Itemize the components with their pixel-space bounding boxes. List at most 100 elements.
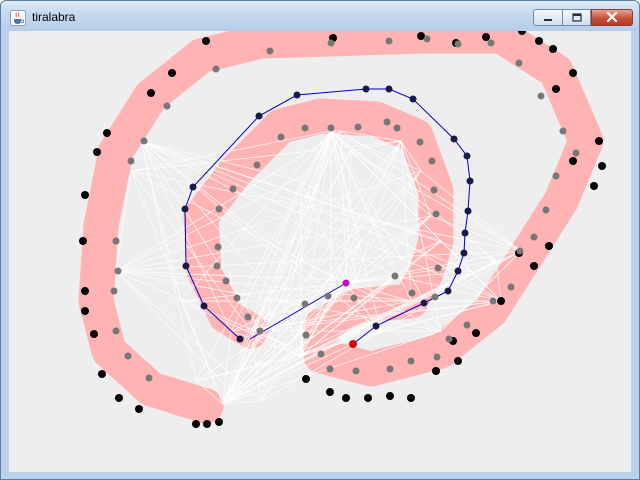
route-node [236, 335, 244, 343]
minimize-button[interactable] [533, 9, 563, 26]
visited-node [445, 335, 453, 343]
visited-node [552, 172, 560, 180]
start-marker [342, 279, 350, 287]
visited-node [266, 47, 274, 55]
waypoint-node [79, 237, 87, 245]
waypoint-node [203, 420, 211, 428]
route-node [463, 152, 471, 160]
visited-node [559, 127, 567, 135]
window-title: tiralabra [32, 10, 76, 24]
visited-node [327, 124, 335, 132]
visited-node [317, 350, 325, 358]
waypoint-node [364, 394, 372, 402]
waypoint-node [115, 394, 123, 402]
visited-node [253, 161, 261, 169]
waypoint-node [81, 191, 89, 199]
visited-node [537, 92, 545, 100]
java-cup-icon [10, 10, 26, 26]
visited-node [416, 138, 424, 146]
waypoint-node [569, 157, 577, 165]
visited-node [428, 157, 436, 165]
visited-node [215, 205, 223, 213]
visited-node [301, 124, 309, 132]
visited-node [256, 327, 264, 335]
visited-node [163, 102, 171, 110]
waypoint-node [147, 89, 155, 97]
route-node [444, 287, 452, 295]
visited-node [423, 35, 431, 43]
visited-node [229, 185, 237, 193]
visited-node [350, 294, 358, 302]
maximize-icon [571, 8, 582, 27]
visited-node [408, 289, 416, 297]
route-node [409, 95, 417, 103]
visited-node [213, 262, 221, 270]
visited-node [487, 39, 495, 47]
route-node [460, 249, 468, 257]
route-node [461, 229, 469, 237]
waypoint-node [81, 307, 89, 315]
waypoint-node [530, 262, 538, 270]
visited-node [542, 206, 550, 214]
visited-node [463, 321, 471, 329]
waypoint-node [482, 33, 490, 41]
waypoint-node [93, 148, 101, 156]
route-node [464, 207, 472, 215]
visited-node [386, 365, 394, 373]
waypoint-node [535, 37, 543, 45]
waypoint-node [454, 357, 462, 365]
path-canvas[interactable] [9, 31, 631, 472]
waypoint-node [386, 392, 394, 400]
graph-edge [115, 130, 342, 272]
close-icon [606, 8, 618, 27]
visited-node [391, 272, 399, 280]
route-node [420, 299, 428, 307]
visited-node [383, 118, 391, 126]
visited-node [572, 149, 580, 157]
maximize-button[interactable] [563, 9, 591, 26]
waypoint-node [98, 370, 106, 378]
waypoint-node [407, 394, 415, 402]
route-node [293, 91, 301, 99]
visited-node [489, 297, 497, 305]
route-node [385, 85, 393, 93]
waypoint-node [135, 405, 143, 413]
visited-node [140, 137, 148, 145]
visited-node [127, 157, 135, 165]
waypoint-node [81, 287, 89, 295]
waypoint-node [192, 420, 200, 428]
visited-node [432, 210, 440, 218]
visited-node [454, 40, 462, 48]
minimize-icon [543, 8, 553, 27]
visited-node [222, 277, 230, 285]
visited-node [530, 233, 538, 241]
title-bar[interactable]: tiralabra [1, 1, 639, 31]
waypoint-node [168, 69, 176, 77]
waypoint-node [432, 367, 440, 375]
visited-node [110, 287, 118, 295]
route-node [200, 302, 208, 310]
visited-node [434, 264, 442, 272]
waypoint-node [302, 375, 310, 383]
route-node [372, 322, 380, 330]
visited-node [433, 353, 441, 361]
visited-node [112, 327, 120, 335]
waypoint-node [202, 37, 210, 45]
visualization-panel[interactable] [9, 31, 631, 472]
visited-node [214, 243, 222, 251]
waypoint-node [569, 69, 577, 77]
visited-node [124, 352, 132, 360]
visited-node [515, 59, 523, 67]
waypoint-node [598, 162, 606, 170]
route-node [182, 262, 190, 270]
graph-edge [195, 355, 302, 382]
waypoint-node [595, 137, 603, 145]
route-node [255, 112, 263, 120]
waypoint-node [103, 129, 111, 137]
close-button[interactable] [591, 9, 633, 26]
visited-node [507, 283, 515, 291]
waypoint-node [497, 297, 505, 305]
route-node [362, 85, 370, 93]
waypoint-node [90, 330, 98, 338]
waypoint-node [342, 394, 350, 402]
